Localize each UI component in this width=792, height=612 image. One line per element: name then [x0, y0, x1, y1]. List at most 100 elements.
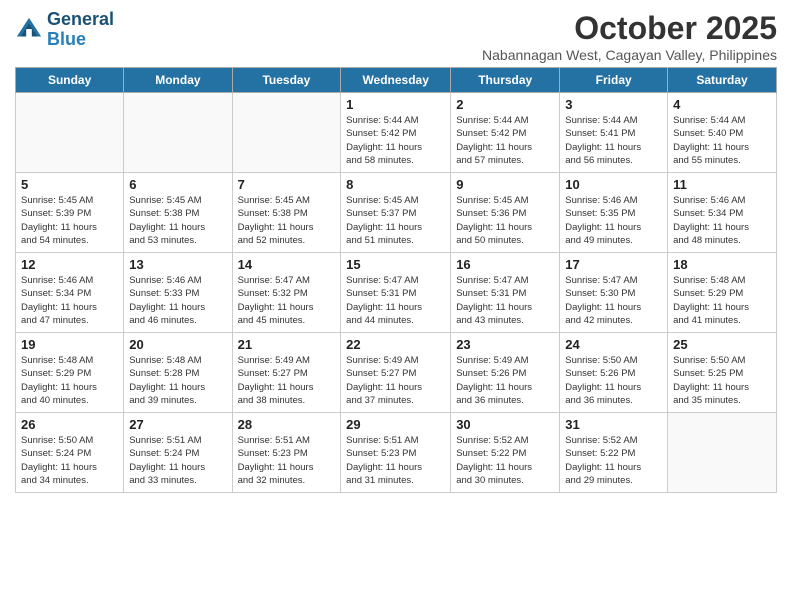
calendar-cell: 3 Sunrise: 5:44 AM Sunset: 5:41 PM Daylig…: [560, 93, 668, 173]
calendar-cell: 20Sunrise: 5:48 AM Sunset: 5:28 PM Dayli…: [124, 333, 232, 413]
week-row-5: 26 Sunrise: 5:50 AM Sunset: 5:24 PM Dayli…: [16, 413, 777, 493]
week-row-2: 5 Sunrise: 5:45 AM Sunset: 5:39 PM Daylig…: [16, 173, 777, 253]
day-info: Sunrise: 5:44 AM Sunset: 5:40 PM Dayligh…: [673, 114, 771, 167]
day-header-thursday: Thursday: [451, 68, 560, 93]
day-info: Sunrise: 5:45 AM Sunset: 5:38 PM Dayligh…: [238, 194, 336, 247]
day-info: Sunrise: 5:46 AM Sunset: 5:33 PM Dayligh…: [129, 274, 226, 327]
day-number: 13: [129, 257, 226, 272]
day-number: 20: [129, 337, 226, 352]
day-number: 29: [346, 417, 445, 432]
calendar: SundayMondayTuesdayWednesdayThursdayFrid…: [15, 67, 777, 493]
calendar-cell: 11 Sunrise: 5:46 AM Sunset: 5:34 PM Dayli…: [668, 173, 777, 253]
calendar-cell: 14Sunrise: 5:47 AM Sunset: 5:32 PM Dayli…: [232, 253, 341, 333]
day-number: 21: [238, 337, 336, 352]
day-info: Sunrise: 5:47 AM Sunset: 5:30 PM Dayligh…: [565, 274, 662, 327]
day-number: 16: [456, 257, 554, 272]
header: General Blue October 2025 Nabannagan Wes…: [15, 10, 777, 63]
day-number: 23: [456, 337, 554, 352]
day-info: Sunrise: 5:50 AM Sunset: 5:25 PM Dayligh…: [673, 354, 771, 407]
calendar-cell: 4 Sunrise: 5:44 AM Sunset: 5:40 PM Daylig…: [668, 93, 777, 173]
calendar-cell: 22 Sunrise: 5:49 AM Sunset: 5:27 PM Dayli…: [341, 333, 451, 413]
day-number: 17: [565, 257, 662, 272]
calendar-cell: [668, 413, 777, 493]
day-info: Sunrise: 5:45 AM Sunset: 5:37 PM Dayligh…: [346, 194, 445, 247]
calendar-cell: 17 Sunrise: 5:47 AM Sunset: 5:30 PM Dayli…: [560, 253, 668, 333]
day-number: 30: [456, 417, 554, 432]
day-info: Sunrise: 5:46 AM Sunset: 5:35 PM Dayligh…: [565, 194, 662, 247]
day-info: Sunrise: 5:51 AM Sunset: 5:24 PM Dayligh…: [129, 434, 226, 487]
title-section: October 2025 Nabannagan West, Cagayan Va…: [482, 10, 777, 63]
day-info: Sunrise: 5:52 AM Sunset: 5:22 PM Dayligh…: [456, 434, 554, 487]
day-number: 9: [456, 177, 554, 192]
day-info: Sunrise: 5:44 AM Sunset: 5:42 PM Dayligh…: [346, 114, 445, 167]
calendar-cell: 8 Sunrise: 5:45 AM Sunset: 5:37 PM Daylig…: [341, 173, 451, 253]
day-header-sunday: Sunday: [16, 68, 124, 93]
calendar-cell: [124, 93, 232, 173]
day-info: Sunrise: 5:47 AM Sunset: 5:31 PM Dayligh…: [456, 274, 554, 327]
day-header-monday: Monday: [124, 68, 232, 93]
day-number: 11: [673, 177, 771, 192]
day-info: Sunrise: 5:52 AM Sunset: 5:22 PM Dayligh…: [565, 434, 662, 487]
day-info: Sunrise: 5:44 AM Sunset: 5:41 PM Dayligh…: [565, 114, 662, 167]
day-number: 22: [346, 337, 445, 352]
calendar-cell: 9Sunrise: 5:45 AM Sunset: 5:36 PM Daylig…: [451, 173, 560, 253]
calendar-cell: 18Sunrise: 5:48 AM Sunset: 5:29 PM Dayli…: [668, 253, 777, 333]
day-info: Sunrise: 5:46 AM Sunset: 5:34 PM Dayligh…: [21, 274, 118, 327]
day-number: 15: [346, 257, 445, 272]
calendar-cell: 12 Sunrise: 5:46 AM Sunset: 5:34 PM Dayli…: [16, 253, 124, 333]
page: General Blue October 2025 Nabannagan Wes…: [0, 0, 792, 503]
calendar-cell: 24Sunrise: 5:50 AM Sunset: 5:26 PM Dayli…: [560, 333, 668, 413]
day-info: Sunrise: 5:48 AM Sunset: 5:29 PM Dayligh…: [21, 354, 118, 407]
day-number: 26: [21, 417, 118, 432]
day-number: 31: [565, 417, 662, 432]
calendar-cell: 30 Sunrise: 5:52 AM Sunset: 5:22 PM Dayli…: [451, 413, 560, 493]
calendar-cell: 13 Sunrise: 5:46 AM Sunset: 5:33 PM Dayli…: [124, 253, 232, 333]
calendar-cell: [232, 93, 341, 173]
week-row-3: 12 Sunrise: 5:46 AM Sunset: 5:34 PM Dayli…: [16, 253, 777, 333]
day-info: Sunrise: 5:48 AM Sunset: 5:29 PM Dayligh…: [673, 274, 771, 327]
day-info: Sunrise: 5:50 AM Sunset: 5:24 PM Dayligh…: [21, 434, 118, 487]
day-header-friday: Friday: [560, 68, 668, 93]
day-info: Sunrise: 5:45 AM Sunset: 5:38 PM Dayligh…: [129, 194, 226, 247]
day-number: 24: [565, 337, 662, 352]
day-number: 14: [238, 257, 336, 272]
day-info: Sunrise: 5:49 AM Sunset: 5:27 PM Dayligh…: [346, 354, 445, 407]
week-row-1: 1Sunrise: 5:44 AM Sunset: 5:42 PM Daylig…: [16, 93, 777, 173]
calendar-cell: 29Sunrise: 5:51 AM Sunset: 5:23 PM Dayli…: [341, 413, 451, 493]
day-info: Sunrise: 5:44 AM Sunset: 5:42 PM Dayligh…: [456, 114, 554, 167]
day-number: 7: [238, 177, 336, 192]
calendar-body: 1Sunrise: 5:44 AM Sunset: 5:42 PM Daylig…: [16, 93, 777, 493]
day-number: 3: [565, 97, 662, 112]
week-row-4: 19Sunrise: 5:48 AM Sunset: 5:29 PM Dayli…: [16, 333, 777, 413]
day-header-saturday: Saturday: [668, 68, 777, 93]
day-number: 5: [21, 177, 118, 192]
day-header-tuesday: Tuesday: [232, 68, 341, 93]
day-number: 12: [21, 257, 118, 272]
day-info: Sunrise: 5:45 AM Sunset: 5:39 PM Dayligh…: [21, 194, 118, 247]
calendar-cell: [16, 93, 124, 173]
calendar-cell: 7 Sunrise: 5:45 AM Sunset: 5:38 PM Daylig…: [232, 173, 341, 253]
month-title: October 2025: [482, 10, 777, 47]
calendar-cell: 5 Sunrise: 5:45 AM Sunset: 5:39 PM Daylig…: [16, 173, 124, 253]
calendar-cell: 16 Sunrise: 5:47 AM Sunset: 5:31 PM Dayli…: [451, 253, 560, 333]
day-info: Sunrise: 5:46 AM Sunset: 5:34 PM Dayligh…: [673, 194, 771, 247]
day-info: Sunrise: 5:49 AM Sunset: 5:27 PM Dayligh…: [238, 354, 336, 407]
calendar-cell: 1Sunrise: 5:44 AM Sunset: 5:42 PM Daylig…: [341, 93, 451, 173]
calendar-cell: 6 Sunrise: 5:45 AM Sunset: 5:38 PM Daylig…: [124, 173, 232, 253]
calendar-cell: 27Sunrise: 5:51 AM Sunset: 5:24 PM Dayli…: [124, 413, 232, 493]
logo: General Blue: [15, 10, 114, 50]
day-number: 6: [129, 177, 226, 192]
calendar-header: SundayMondayTuesdayWednesdayThursdayFrid…: [16, 68, 777, 93]
day-number: 8: [346, 177, 445, 192]
logo-icon: [15, 16, 43, 44]
day-number: 10: [565, 177, 662, 192]
day-number: 4: [673, 97, 771, 112]
day-info: Sunrise: 5:47 AM Sunset: 5:31 PM Dayligh…: [346, 274, 445, 327]
calendar-cell: 2Sunrise: 5:44 AM Sunset: 5:42 PM Daylig…: [451, 93, 560, 173]
day-info: Sunrise: 5:51 AM Sunset: 5:23 PM Dayligh…: [238, 434, 336, 487]
calendar-cell: 15 Sunrise: 5:47 AM Sunset: 5:31 PM Dayli…: [341, 253, 451, 333]
calendar-cell: 23Sunrise: 5:49 AM Sunset: 5:26 PM Dayli…: [451, 333, 560, 413]
calendar-cell: 26 Sunrise: 5:50 AM Sunset: 5:24 PM Dayli…: [16, 413, 124, 493]
calendar-cell: 25Sunrise: 5:50 AM Sunset: 5:25 PM Dayli…: [668, 333, 777, 413]
calendar-cell: 28Sunrise: 5:51 AM Sunset: 5:23 PM Dayli…: [232, 413, 341, 493]
